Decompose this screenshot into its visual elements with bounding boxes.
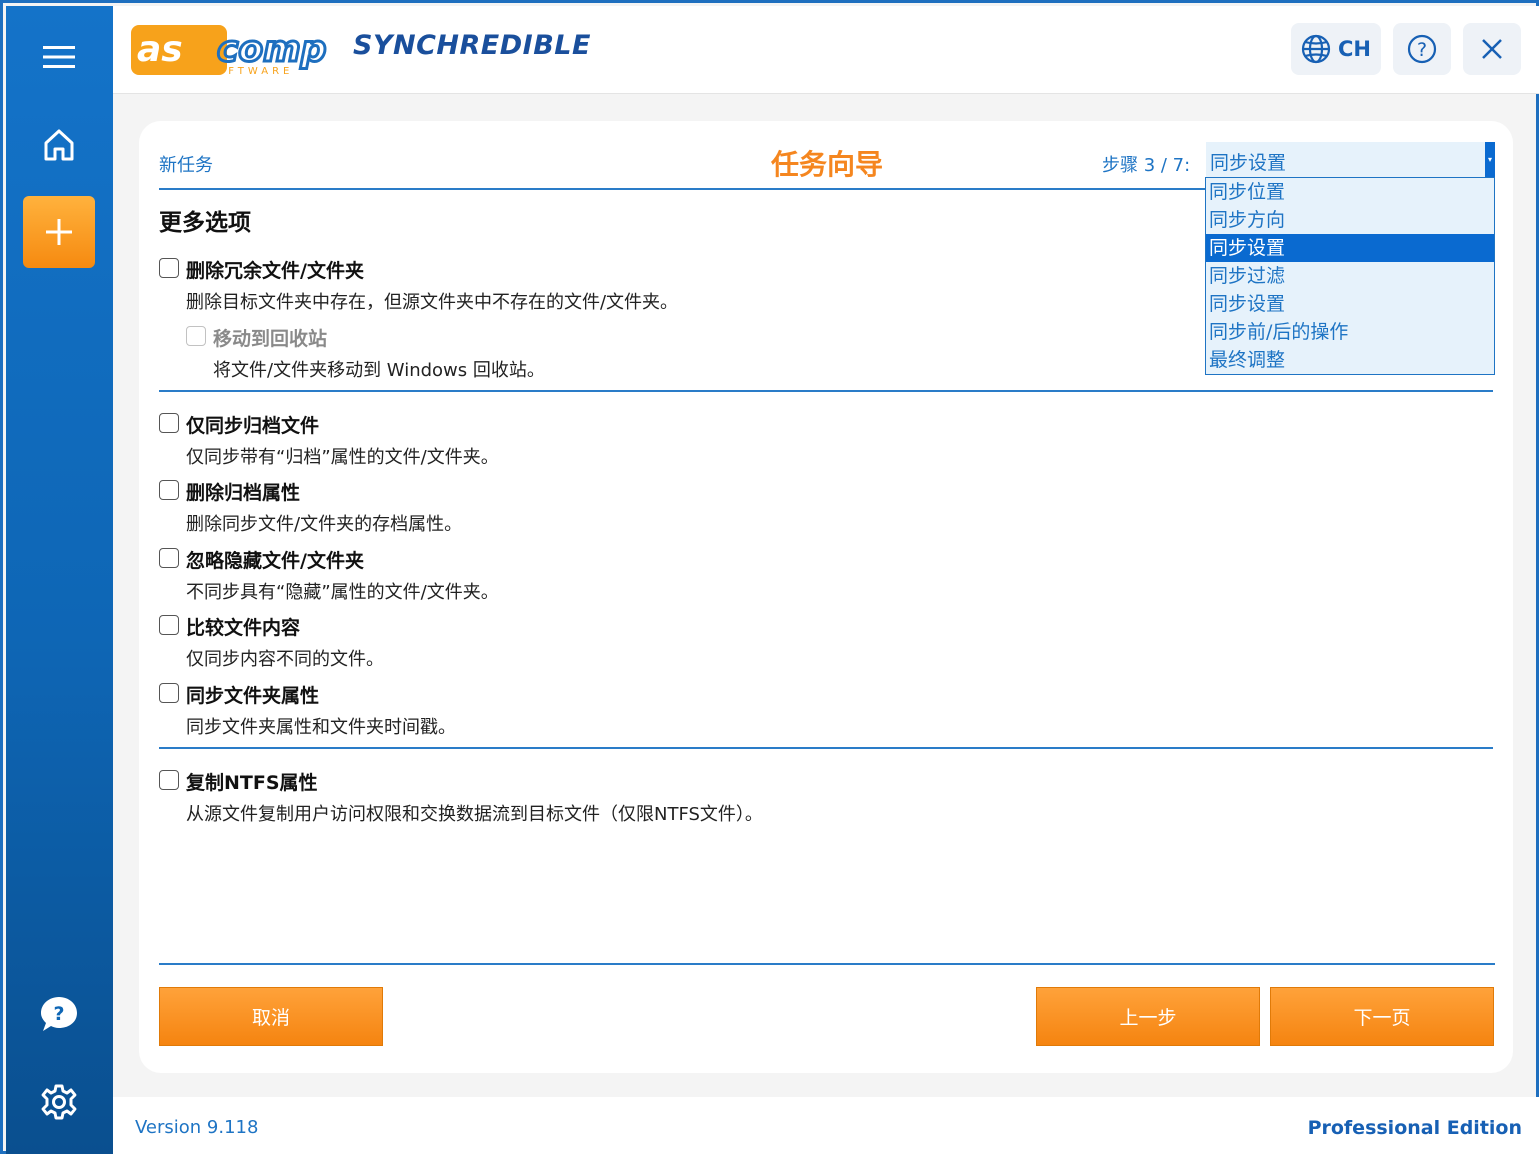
step-option[interactable]: 同步方向 <box>1206 206 1494 234</box>
home-button[interactable] <box>23 109 95 181</box>
wizard-title: 任务向导 <box>771 148 884 181</box>
step-option[interactable]: 同步过滤 <box>1206 262 1494 290</box>
question-circle-icon: ? <box>1407 34 1437 64</box>
step-dropdown-list: 同步位置 同步方向 同步设置 同步过滤 同步设置 同步前/后的操作 最终调整 <box>1205 177 1495 375</box>
delete-extra-checkbox[interactable] <box>159 258 179 278</box>
step-option[interactable]: 同步前/后的操作 <box>1206 318 1494 346</box>
close-icon <box>1482 39 1502 59</box>
svg-text:?: ? <box>53 1003 64 1025</box>
svg-text:as: as <box>137 29 183 70</box>
option-description: 仅同步带有“归档”属性的文件/文件夹。 <box>186 447 499 468</box>
settings-button[interactable] <box>23 1066 95 1138</box>
step-option[interactable]: 最终调整 <box>1206 346 1494 374</box>
svg-text:?: ? <box>1417 39 1427 61</box>
option-description: 删除目标文件夹中存在，但源文件夹中不存在的文件/文件夹。 <box>186 292 679 313</box>
option-label[interactable]: 比较文件内容 <box>186 613 300 640</box>
svg-text:SOFTWARE: SOFTWARE <box>206 66 293 77</box>
breadcrumb[interactable]: 新任务 <box>159 151 213 177</box>
edition-label: Professional Edition <box>1307 1117 1522 1139</box>
divider <box>159 963 1495 965</box>
option-description: 不同步具有“隐藏”属性的文件/文件夹。 <box>186 582 499 603</box>
add-task-button[interactable] <box>23 196 95 268</box>
step-select-value: 同步设置 <box>1210 152 1287 174</box>
svg-text:comp: comp <box>217 29 326 70</box>
next-button[interactable]: 下一页 <box>1270 987 1494 1046</box>
step-select[interactable]: 同步设置 ▾ <box>1206 142 1495 177</box>
menu-button[interactable] <box>23 21 95 93</box>
option-label[interactable]: 忽略隐藏文件/文件夹 <box>186 546 364 573</box>
folder-attrs-checkbox[interactable] <box>159 683 179 703</box>
option-label[interactable]: 移动到回收站 <box>213 324 327 351</box>
gear-icon <box>41 1084 77 1120</box>
option-label[interactable]: 删除冗余文件/文件夹 <box>186 256 364 283</box>
option-description: 仅同步内容不同的文件。 <box>186 649 384 670</box>
back-button[interactable]: 上一步 <box>1036 987 1260 1046</box>
app-window: ? as comp SOFTWARE SYNCHREDIBLE CH ? 新任务… <box>0 0 1539 1154</box>
step-option[interactable]: 同步设置 <box>1206 290 1494 318</box>
hamburger-icon <box>43 46 75 68</box>
step-counter: 步骤 3 / 7: <box>1102 155 1191 176</box>
option-description: 同步文件夹属性和文件夹时间戳。 <box>186 717 456 738</box>
recycle-bin-checkbox[interactable] <box>186 326 206 346</box>
sidebar: ? <box>6 6 113 1154</box>
option-label[interactable]: 复制NTFS属性 <box>186 768 318 795</box>
wizard-card: 新任务 任务向导 步骤 3 / 7: 同步设置 ▾ 同步位置 同步方向 同步设置… <box>139 121 1513 1073</box>
remove-archive-checkbox[interactable] <box>159 480 179 500</box>
language-label: CH <box>1338 37 1371 61</box>
app-brand-title: SYNCHREDIBLE <box>353 30 591 61</box>
globe-icon <box>1301 34 1331 64</box>
cancel-button[interactable]: 取消 <box>159 987 383 1046</box>
chevron-down-icon[interactable]: ▾ <box>1485 142 1495 177</box>
divider <box>159 390 1493 392</box>
option-label[interactable]: 同步文件夹属性 <box>186 681 319 708</box>
section-title: 更多选项 <box>159 210 251 236</box>
option-label[interactable]: 删除归档属性 <box>186 478 300 505</box>
option-label[interactable]: 仅同步归档文件 <box>186 411 319 438</box>
divider <box>159 747 1493 749</box>
step-option-selected[interactable]: 同步设置 <box>1206 234 1494 262</box>
app-header: as comp SOFTWARE SYNCHREDIBLE CH ? <box>113 6 1539 94</box>
ignore-hidden-checkbox[interactable] <box>159 548 179 568</box>
option-description: 将文件/文件夹移动到 Windows 回收站。 <box>213 360 545 381</box>
help-bubble-icon: ? <box>41 997 77 1031</box>
ascomp-logo: as comp SOFTWARE <box>131 25 328 77</box>
close-button[interactable] <box>1463 23 1521 75</box>
language-button[interactable]: CH <box>1291 23 1381 75</box>
help-button[interactable]: ? <box>1393 23 1451 75</box>
ntfs-checkbox[interactable] <box>159 770 179 790</box>
plus-icon <box>46 219 72 245</box>
step-option[interactable]: 同步位置 <box>1206 178 1494 206</box>
home-icon <box>44 129 74 161</box>
status-bar: Version 9.118 Professional Edition <box>113 1097 1539 1154</box>
option-description: 从源文件复制用户访问权限和交换数据流到目标文件（仅限NTFS文件）。 <box>186 804 763 825</box>
archive-only-checkbox[interactable] <box>159 413 179 433</box>
option-description: 删除同步文件/文件夹的存档属性。 <box>186 514 463 535</box>
help-chat-button[interactable]: ? <box>23 978 95 1050</box>
compare-content-checkbox[interactable] <box>159 615 179 635</box>
version-label: Version 9.118 <box>135 1117 259 1138</box>
